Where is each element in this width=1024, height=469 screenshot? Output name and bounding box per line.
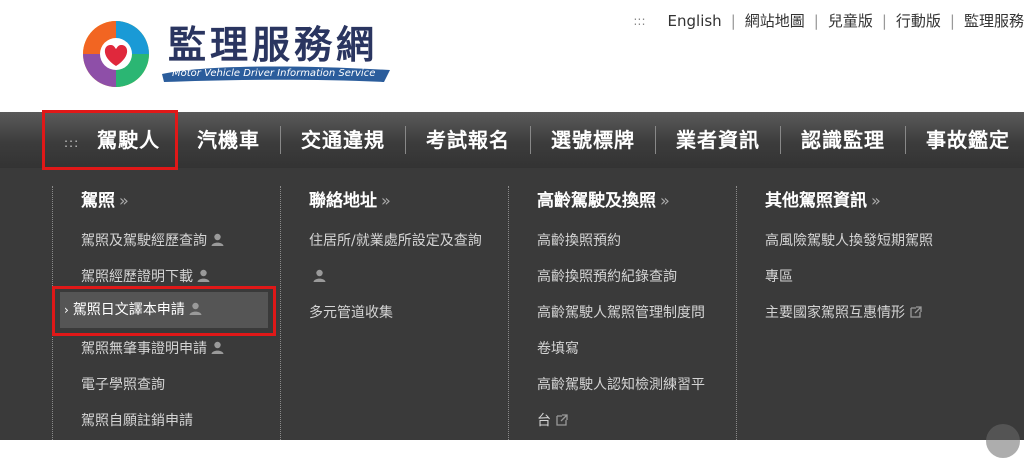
link-english[interactable]: English [668, 12, 722, 30]
link-kids[interactable]: 兒童版 [828, 10, 873, 31]
site-logo[interactable] [80, 18, 152, 90]
column-title[interactable]: 駕照» [81, 186, 278, 211]
nav-item-violation[interactable]: 交通違規 [280, 126, 405, 154]
external-link-icon [910, 306, 922, 318]
nav-item-business[interactable]: 業者資訊 [655, 126, 780, 154]
menu-item[interactable]: 駕照自願註銷申請 [81, 403, 278, 439]
menu-item[interactable]: 電子學照查詢 [81, 367, 278, 403]
nav-item-vehicle[interactable]: 汽機車 [176, 126, 280, 154]
menu-item[interactable]: 住居所/就業處所設定及查詢 [299, 223, 483, 295]
menu-column-address: 聯絡地址» 住居所/就業處所設定及查詢 多元管道收集 [280, 186, 508, 442]
link-mobile[interactable]: 行動版 [896, 10, 941, 31]
user-icon [313, 269, 326, 282]
menu-item[interactable]: 高齡換照預約紀錄查詢 [537, 259, 736, 295]
menu-item[interactable]: 主要國家駕照互惠情形 [765, 295, 1016, 331]
column-title[interactable]: 其他駕照資訊» [765, 186, 1016, 211]
nav-item-about[interactable]: 認識監理 [780, 126, 905, 154]
highlight-box-nav [42, 110, 178, 170]
brand-name[interactable]: 監理服務網 [168, 14, 378, 69]
link-sitemap[interactable]: 網站地圖 [745, 10, 805, 31]
menu-column-other: 其他駕照資訊» 高風險駕駛人換發短期駕照專區 主要國家駕照互惠情形 [736, 186, 1016, 442]
user-icon [197, 269, 210, 282]
menu-column-senior: 高齡駕駛及換照» 高齡換照預約 高齡換照預約紀錄查詢 高齡駕駛人駕照管理制度問卷… [508, 186, 736, 442]
menu-item[interactable]: 高齡換照預約 [537, 223, 736, 259]
top-links: ::: English | 網站地圖 | 兒童版 | 行動版 | 監理服務 [633, 10, 1024, 31]
site-header: 監理服務網 Motor Vehicle Driver Information S… [0, 0, 1024, 110]
menu-item[interactable]: 駕照及駕駛經歷查詢 [81, 223, 278, 259]
menu-item[interactable]: 高風險駕駛人換發短期駕照專區 [765, 223, 945, 295]
nav-item-accident[interactable]: 事故鑑定 [905, 126, 1024, 154]
menu-item[interactable]: 多元管道收集 [309, 295, 508, 331]
external-link-icon [556, 414, 568, 426]
page-content-strip [0, 440, 1024, 469]
brand-subtitle: Motor Vehicle Driver Information Service [172, 68, 376, 79]
user-icon [211, 341, 224, 354]
user-icon [211, 233, 224, 246]
watermark-icon [986, 424, 1020, 458]
column-title[interactable]: 聯絡地址» [309, 186, 508, 211]
nav-item-plate[interactable]: 選號標牌 [530, 126, 655, 154]
menu-item[interactable]: 高齡駕駛人駕照管理制度問卷填寫 [537, 295, 717, 367]
link-services[interactable]: 監理服務 [964, 10, 1024, 31]
menu-item[interactable]: 高齡駕駛人認知檢測練習平台 [537, 367, 717, 439]
nav-item-exam[interactable]: 考試報名 [405, 126, 530, 154]
column-title[interactable]: 高齡駕駛及換照» [537, 186, 736, 211]
menu-item[interactable]: 駕照無肇事證明申請 [81, 331, 278, 367]
highlight-box-menu-item [52, 286, 276, 336]
top-links-marker: ::: [633, 13, 646, 28]
